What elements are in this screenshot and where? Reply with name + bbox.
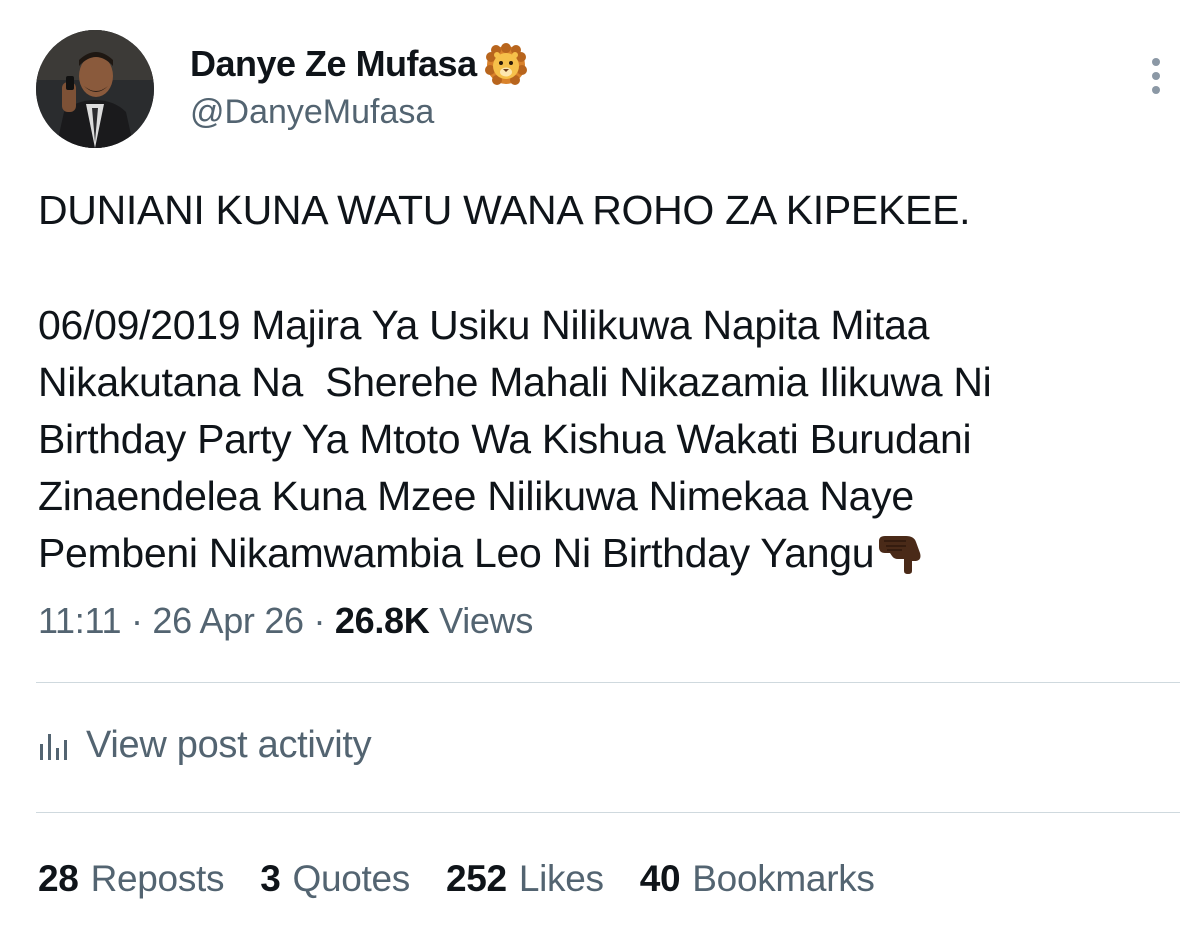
- bookmarks-label: Bookmarks: [692, 858, 875, 899]
- avatar-photo: [36, 30, 154, 148]
- post-line: Nikakutana Na Sherehe Mahali Nikazamia I…: [38, 359, 992, 405]
- more-dot: [1152, 58, 1160, 66]
- bar-chart-icon: [38, 730, 70, 762]
- post-time[interactable]: 11:11: [38, 600, 122, 641]
- more-dot: [1152, 72, 1160, 80]
- post-meta: 11:11 · 26 Apr 26 · 26.8K Views: [38, 600, 533, 642]
- quotes-stat[interactable]: 3 Quotes: [260, 858, 410, 900]
- author-display-name[interactable]: Danye Ze Mufasa: [190, 43, 477, 85]
- post-line: DUNIANI KUNA WATU WANA ROHO ZA KIPEKEE.: [38, 187, 971, 233]
- author-name-row: Danye Ze Mufasa: [190, 43, 527, 85]
- likes-label: Likes: [518, 858, 604, 899]
- more-dot: [1152, 86, 1160, 94]
- view-post-activity-label: View post activity: [86, 724, 372, 766]
- bookmarks-count: 40: [639, 858, 681, 899]
- likes-count: 252: [445, 858, 507, 899]
- post-date[interactable]: 26 Apr 26: [152, 600, 304, 641]
- engagement-stats: 28 Reposts 3 Quotes 252 Likes 40 Bookmar…: [38, 858, 911, 900]
- reposts-count: 28: [38, 858, 79, 899]
- post-line: Birthday Party Ya Mtoto Wa Kishua Wakati…: [38, 416, 972, 462]
- reposts-stat[interactable]: 28 Reposts: [38, 858, 225, 900]
- post-text: DUNIANI KUNA WATU WANA ROHO ZA KIPEKEE. …: [38, 182, 1178, 582]
- post-line: Zinaendelea Kuna Mzee Nilikuwa Nimekaa N…: [38, 473, 914, 519]
- post-line-text: Pembeni Nikamwambia Leo Ni Birthday Yang…: [38, 530, 875, 576]
- meta-separator: ·: [303, 600, 335, 641]
- likes-stat[interactable]: 252 Likes: [446, 858, 604, 900]
- author-avatar[interactable]: [36, 30, 154, 148]
- quotes-label: Quotes: [292, 858, 410, 899]
- lion-face-icon: [484, 43, 527, 85]
- view-post-activity-button[interactable]: View post activity: [38, 724, 372, 767]
- pointing-down-icon: [876, 533, 924, 575]
- quotes-count: 3: [260, 858, 281, 899]
- post-line-blank: [38, 239, 1178, 297]
- author-handle[interactable]: @DanyeMufasa: [190, 93, 434, 132]
- reposts-label: Reposts: [90, 858, 225, 899]
- views-label: Views: [429, 600, 534, 641]
- meta-separator: ·: [121, 600, 153, 641]
- post-line-last: Pembeni Nikamwambia Leo Ni Birthday Yang…: [38, 525, 1178, 582]
- post-line: 06/09/2019 Majira Ya Usiku Nilikuwa Napi…: [38, 302, 930, 348]
- bookmarks-stat[interactable]: 40 Bookmarks: [640, 858, 875, 900]
- more-options-button[interactable]: [1138, 52, 1174, 100]
- divider: [36, 812, 1180, 813]
- divider: [36, 682, 1180, 683]
- views-count: 26.8K: [334, 600, 430, 641]
